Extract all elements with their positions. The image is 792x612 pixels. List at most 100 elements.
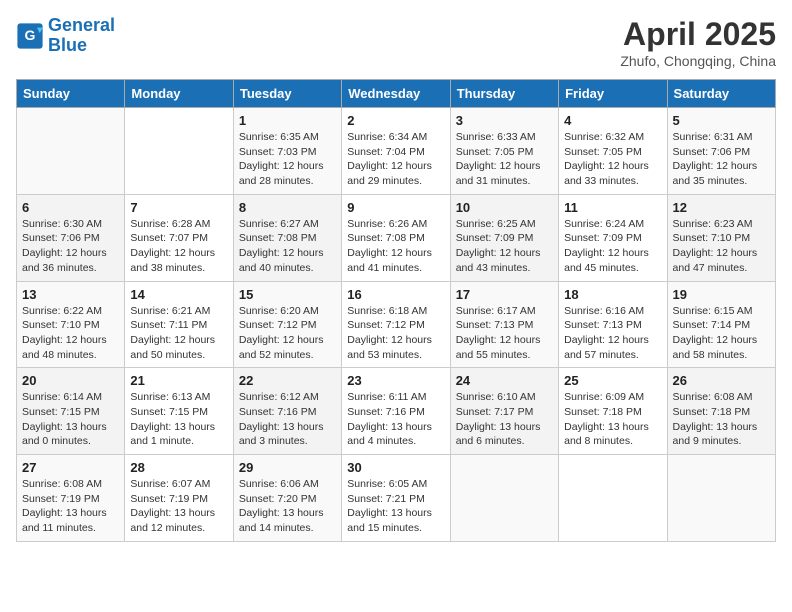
day-number: 22 xyxy=(239,373,336,388)
day-info: Sunrise: 6:21 AM Sunset: 7:11 PM Dayligh… xyxy=(130,304,227,363)
calendar-cell: 9 Sunrise: 6:26 AM Sunset: 7:08 PM Daylig… xyxy=(342,194,450,281)
week-row-1: 1 Sunrise: 6:35 AM Sunset: 7:03 PM Daylig… xyxy=(17,108,776,195)
day-info: Sunrise: 6:35 AM Sunset: 7:03 PM Dayligh… xyxy=(239,130,336,189)
header-monday: Monday xyxy=(125,80,233,108)
day-number: 2 xyxy=(347,113,444,128)
calendar-cell: 22 Sunrise: 6:12 AM Sunset: 7:16 PM Dayli… xyxy=(233,368,341,455)
day-info: Sunrise: 6:14 AM Sunset: 7:15 PM Dayligh… xyxy=(22,390,119,449)
day-info: Sunrise: 6:06 AM Sunset: 7:20 PM Dayligh… xyxy=(239,477,336,536)
day-info: Sunrise: 6:07 AM Sunset: 7:19 PM Dayligh… xyxy=(130,477,227,536)
day-number: 3 xyxy=(456,113,553,128)
day-number: 26 xyxy=(673,373,770,388)
calendar-cell: 6 Sunrise: 6:30 AM Sunset: 7:06 PM Daylig… xyxy=(17,194,125,281)
day-number: 18 xyxy=(564,287,661,302)
calendar-cell: 3Sunrise: 6:33 AM Sunset: 7:05 PM Daylig… xyxy=(450,108,558,195)
day-number: 9 xyxy=(347,200,444,215)
day-info: Sunrise: 6:31 AM Sunset: 7:06 PM Dayligh… xyxy=(673,130,770,189)
day-number: 24 xyxy=(456,373,553,388)
day-info: Sunrise: 6:12 AM Sunset: 7:16 PM Dayligh… xyxy=(239,390,336,449)
day-info: Sunrise: 6:11 AM Sunset: 7:16 PM Dayligh… xyxy=(347,390,444,449)
calendar-cell: 13 Sunrise: 6:22 AM Sunset: 7:10 PM Dayli… xyxy=(17,281,125,368)
svg-text:G: G xyxy=(25,27,36,43)
day-info: Sunrise: 6:05 AM Sunset: 7:21 PM Dayligh… xyxy=(347,477,444,536)
week-row-5: 27 Sunrise: 6:08 AM Sunset: 7:19 PM Dayli… xyxy=(17,455,776,542)
logo-icon: G xyxy=(16,22,44,50)
day-info: Sunrise: 6:09 AM Sunset: 7:18 PM Dayligh… xyxy=(564,390,661,449)
day-info: Sunrise: 6:16 AM Sunset: 7:13 PM Dayligh… xyxy=(564,304,661,363)
day-number: 29 xyxy=(239,460,336,475)
day-number: 30 xyxy=(347,460,444,475)
calendar-cell: 10Sunrise: 6:25 AM Sunset: 7:09 PM Dayli… xyxy=(450,194,558,281)
calendar-cell: 20 Sunrise: 6:14 AM Sunset: 7:15 PM Dayli… xyxy=(17,368,125,455)
header-saturday: Saturday xyxy=(667,80,775,108)
calendar-cell: 12 Sunrise: 6:23 AM Sunset: 7:10 PM Dayli… xyxy=(667,194,775,281)
day-info: Sunrise: 6:26 AM Sunset: 7:08 PM Dayligh… xyxy=(347,217,444,276)
calendar-table: SundayMondayTuesdayWednesdayThursdayFrid… xyxy=(16,79,776,542)
day-info: Sunrise: 6:15 AM Sunset: 7:14 PM Dayligh… xyxy=(673,304,770,363)
header-tuesday: Tuesday xyxy=(233,80,341,108)
day-number: 17 xyxy=(456,287,553,302)
calendar-cell: 16 Sunrise: 6:18 AM Sunset: 7:12 PM Dayli… xyxy=(342,281,450,368)
calendar-cell xyxy=(450,455,558,542)
day-info: Sunrise: 6:08 AM Sunset: 7:18 PM Dayligh… xyxy=(673,390,770,449)
page-header: G General Blue April 2025 Zhufo, Chongqi… xyxy=(16,16,776,69)
calendar-cell: 5Sunrise: 6:31 AM Sunset: 7:06 PM Daylig… xyxy=(667,108,775,195)
calendar-cell: 27 Sunrise: 6:08 AM Sunset: 7:19 PM Dayli… xyxy=(17,455,125,542)
day-info: Sunrise: 6:34 AM Sunset: 7:04 PM Dayligh… xyxy=(347,130,444,189)
day-number: 4 xyxy=(564,113,661,128)
day-number: 12 xyxy=(673,200,770,215)
day-info: Sunrise: 6:27 AM Sunset: 7:08 PM Dayligh… xyxy=(239,217,336,276)
calendar-cell: 2 Sunrise: 6:34 AM Sunset: 7:04 PM Daylig… xyxy=(342,108,450,195)
day-info: Sunrise: 6:24 AM Sunset: 7:09 PM Dayligh… xyxy=(564,217,661,276)
calendar-cell: 30 Sunrise: 6:05 AM Sunset: 7:21 PM Dayli… xyxy=(342,455,450,542)
calendar-cell: 14Sunrise: 6:21 AM Sunset: 7:11 PM Dayli… xyxy=(125,281,233,368)
header-friday: Friday xyxy=(559,80,667,108)
day-info: Sunrise: 6:23 AM Sunset: 7:10 PM Dayligh… xyxy=(673,217,770,276)
calendar-cell: 23 Sunrise: 6:11 AM Sunset: 7:16 PM Dayli… xyxy=(342,368,450,455)
day-number: 27 xyxy=(22,460,119,475)
logo: G General Blue xyxy=(16,16,115,56)
calendar-cell: 19 Sunrise: 6:15 AM Sunset: 7:14 PM Dayli… xyxy=(667,281,775,368)
day-info: Sunrise: 6:18 AM Sunset: 7:12 PM Dayligh… xyxy=(347,304,444,363)
calendar-cell: 4Sunrise: 6:32 AM Sunset: 7:05 PM Daylig… xyxy=(559,108,667,195)
day-info: Sunrise: 6:22 AM Sunset: 7:10 PM Dayligh… xyxy=(22,304,119,363)
header-thursday: Thursday xyxy=(450,80,558,108)
calendar-cell xyxy=(559,455,667,542)
calendar-cell: 7Sunrise: 6:28 AM Sunset: 7:07 PM Daylig… xyxy=(125,194,233,281)
day-number: 16 xyxy=(347,287,444,302)
logo-general: General xyxy=(48,15,115,35)
title-block: April 2025 Zhufo, Chongqing, China xyxy=(620,16,776,69)
day-number: 11 xyxy=(564,200,661,215)
day-info: Sunrise: 6:25 AM Sunset: 7:09 PM Dayligh… xyxy=(456,217,553,276)
calendar-cell: 29 Sunrise: 6:06 AM Sunset: 7:20 PM Dayli… xyxy=(233,455,341,542)
calendar-cell: 21Sunrise: 6:13 AM Sunset: 7:15 PM Dayli… xyxy=(125,368,233,455)
calendar-cell: 24 Sunrise: 6:10 AM Sunset: 7:17 PM Dayli… xyxy=(450,368,558,455)
day-info: Sunrise: 6:30 AM Sunset: 7:06 PM Dayligh… xyxy=(22,217,119,276)
header-sunday: Sunday xyxy=(17,80,125,108)
day-number: 8 xyxy=(239,200,336,215)
day-number: 13 xyxy=(22,287,119,302)
calendar-cell: 17 Sunrise: 6:17 AM Sunset: 7:13 PM Dayli… xyxy=(450,281,558,368)
day-number: 6 xyxy=(22,200,119,215)
day-number: 23 xyxy=(347,373,444,388)
day-info: Sunrise: 6:10 AM Sunset: 7:17 PM Dayligh… xyxy=(456,390,553,449)
day-number: 25 xyxy=(564,373,661,388)
day-info: Sunrise: 6:28 AM Sunset: 7:07 PM Dayligh… xyxy=(130,217,227,276)
calendar-cell: 11 Sunrise: 6:24 AM Sunset: 7:09 PM Dayli… xyxy=(559,194,667,281)
day-info: Sunrise: 6:17 AM Sunset: 7:13 PM Dayligh… xyxy=(456,304,553,363)
week-row-3: 13 Sunrise: 6:22 AM Sunset: 7:10 PM Dayli… xyxy=(17,281,776,368)
day-info: Sunrise: 6:13 AM Sunset: 7:15 PM Dayligh… xyxy=(130,390,227,449)
calendar-cell xyxy=(125,108,233,195)
day-number: 19 xyxy=(673,287,770,302)
day-number: 20 xyxy=(22,373,119,388)
calendar-cell xyxy=(17,108,125,195)
day-number: 1 xyxy=(239,113,336,128)
calendar-cell: 28Sunrise: 6:07 AM Sunset: 7:19 PM Dayli… xyxy=(125,455,233,542)
calendar-cell: 1 Sunrise: 6:35 AM Sunset: 7:03 PM Daylig… xyxy=(233,108,341,195)
calendar-cell: 18 Sunrise: 6:16 AM Sunset: 7:13 PM Dayli… xyxy=(559,281,667,368)
header-row: SundayMondayTuesdayWednesdayThursdayFrid… xyxy=(17,80,776,108)
day-info: Sunrise: 6:08 AM Sunset: 7:19 PM Dayligh… xyxy=(22,477,119,536)
day-number: 15 xyxy=(239,287,336,302)
header-wednesday: Wednesday xyxy=(342,80,450,108)
day-info: Sunrise: 6:20 AM Sunset: 7:12 PM Dayligh… xyxy=(239,304,336,363)
